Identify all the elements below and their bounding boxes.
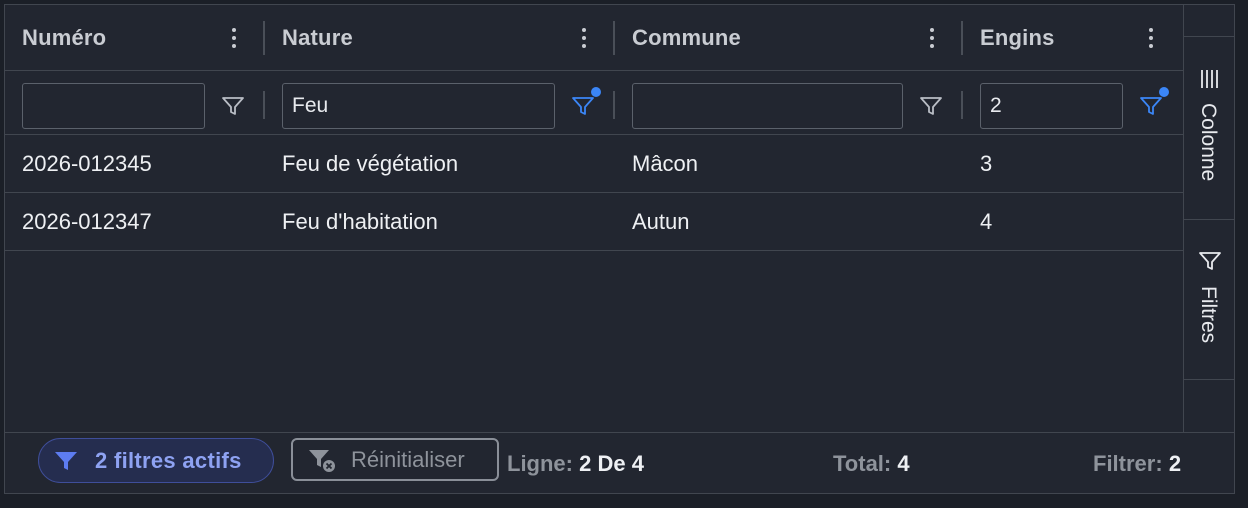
row-count-value: 2 De 4: [579, 451, 644, 476]
column-separator: [263, 91, 265, 119]
tab-filters-label: Filtres: [1197, 286, 1220, 344]
tab-columns[interactable]: Colonne: [1184, 36, 1234, 219]
row-count: Ligne: 2 De 4: [507, 451, 644, 477]
filtered-count-value: 2: [1168, 451, 1182, 476]
filter-active-indicator: [591, 87, 601, 97]
total-count-value: 4: [897, 451, 910, 476]
column-header-label: Numéro: [22, 25, 107, 50]
cell-numero: 2026-012347: [22, 208, 152, 234]
column-menu-icon[interactable]: [578, 26, 590, 50]
active-filters-chip[interactable]: 2 filtres actifs: [38, 438, 274, 483]
cell-commune: Autun: [632, 208, 690, 234]
filter-icon[interactable]: [918, 93, 944, 119]
column-header-label: Commune: [632, 25, 741, 50]
columns-icon: [1197, 66, 1223, 92]
column-menu-icon[interactable]: [1145, 26, 1157, 50]
table-row[interactable]: 2026-012345 Feu de végétation Mâcon 3: [5, 135, 1183, 193]
filter-icon[interactable]: [220, 93, 246, 119]
tab-columns-label: Colonne: [1197, 103, 1220, 182]
filter-active-icon[interactable]: [1138, 93, 1164, 119]
filter-row: Feu 2: [5, 71, 1183, 135]
total-count: Total: 4: [833, 451, 910, 477]
filtered-count: Filtrer: 2: [1093, 451, 1181, 477]
filter-input-nature[interactable]: Feu: [282, 83, 555, 129]
tab-filters[interactable]: Filtres: [1184, 219, 1234, 380]
total-count-label: Total:: [833, 451, 892, 476]
column-header-numero[interactable]: Numéro: [5, 5, 265, 71]
cell-engins: 4: [980, 208, 993, 234]
filter-active-icon[interactable]: [570, 93, 596, 119]
cell-engins: 3: [980, 150, 993, 176]
column-menu-icon[interactable]: [228, 26, 240, 50]
active-filters-label: 2 filtres actifs: [95, 447, 242, 473]
column-header-engins[interactable]: Engins: [963, 5, 1183, 71]
reset-filters-button[interactable]: Réinitialiser: [291, 438, 499, 481]
filter-input-commune[interactable]: [632, 83, 903, 129]
column-separator: [613, 91, 615, 119]
grid-body: Numéro Nature Commune Engins Feu 2 2026-…: [5, 5, 1183, 433]
cell-nature: Feu de végétation: [282, 150, 459, 176]
status-bar: 2 filtres actifs Réinitialiser Ligne: 2 …: [5, 432, 1234, 493]
header-row: Numéro Nature Commune Engins: [5, 5, 1183, 71]
cell-commune: Mâcon: [632, 150, 699, 176]
column-menu-icon[interactable]: [926, 26, 938, 50]
filter-input-engins[interactable]: 2: [980, 83, 1123, 129]
filter-active-indicator: [1159, 87, 1169, 97]
column-separator: [961, 91, 963, 119]
reset-label: Réinitialiser: [351, 446, 465, 472]
column-header-label: Engins: [980, 25, 1055, 50]
cell-numero: 2026-012345: [22, 150, 152, 176]
column-header-commune[interactable]: Commune: [615, 5, 963, 71]
filter-icon: [53, 448, 79, 474]
table-row[interactable]: 2026-012347 Feu d'habitation Autun 4: [5, 193, 1183, 251]
data-grid: Numéro Nature Commune Engins Feu 2 2026-…: [4, 4, 1235, 494]
filter-input-numero[interactable]: [22, 83, 205, 129]
column-header-nature[interactable]: Nature: [265, 5, 615, 71]
row-count-label: Ligne:: [507, 451, 573, 476]
filter-icon: [1197, 248, 1223, 274]
column-header-label: Nature: [282, 25, 353, 50]
filtered-count-label: Filtrer:: [1093, 451, 1163, 476]
cell-nature: Feu d'habitation: [282, 208, 438, 234]
filter-clear-icon: [307, 447, 337, 473]
side-panel: Colonne Filtres: [1183, 5, 1234, 433]
